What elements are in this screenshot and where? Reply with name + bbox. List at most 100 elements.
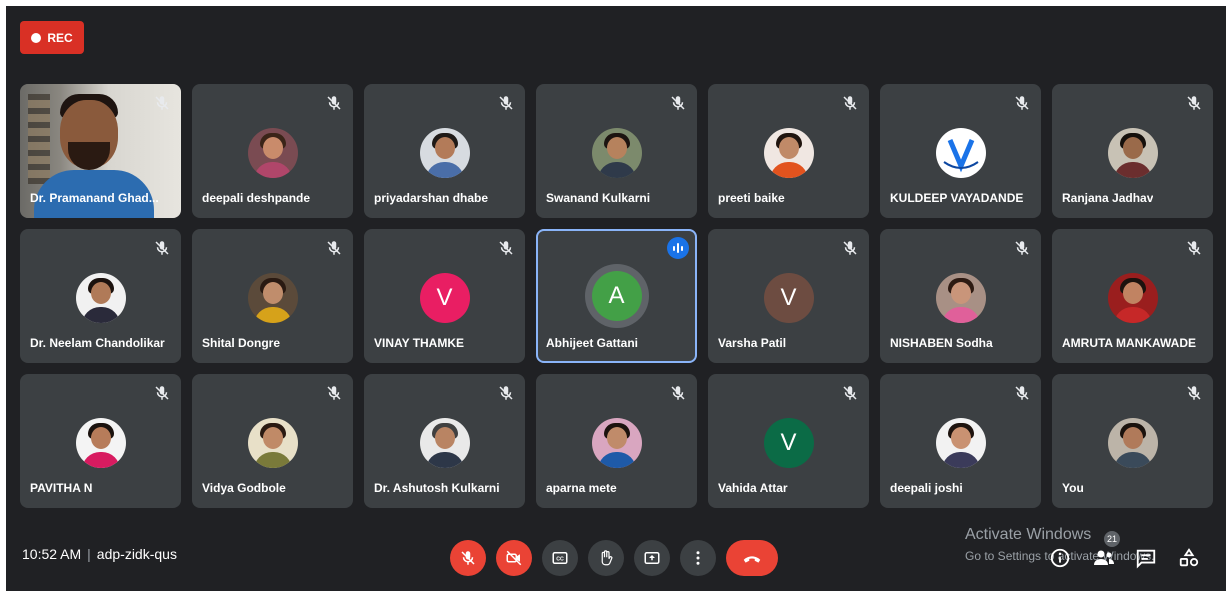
participant-tile[interactable]: V Vahida Attar <box>708 374 869 508</box>
participant-name: Vahida Attar <box>718 481 788 495</box>
avatar <box>75 273 126 323</box>
mic-off-icon <box>325 94 343 112</box>
mic-off-icon <box>1185 239 1203 257</box>
participant-name: deepali joshi <box>890 481 963 495</box>
hand-icon <box>601 550 613 566</box>
avatar <box>763 128 814 178</box>
mic-off-icon <box>1013 94 1031 112</box>
mic-off-icon <box>841 94 859 112</box>
camera-off-button[interactable] <box>496 540 532 576</box>
avatar: V <box>763 418 814 468</box>
participant-name: VINAY THAMKE <box>374 336 465 350</box>
mic-off-icon <box>497 239 515 257</box>
mic-off-icon <box>153 94 171 112</box>
participant-tile[interactable]: preeti baike <box>708 84 869 218</box>
participant-name: Swanand Kulkarni <box>546 191 651 205</box>
mic-off-icon <box>497 384 515 402</box>
participant-name: Dr. Pramanand Ghad... <box>30 191 159 205</box>
avatar <box>247 273 298 323</box>
mic-off-button[interactable] <box>450 540 486 576</box>
participant-tile[interactable]: Shital Dongre <box>192 229 353 363</box>
leave-call-button[interactable] <box>726 540 778 576</box>
avatar <box>591 418 642 468</box>
mic-off-icon <box>669 384 687 402</box>
info-icon[interactable] <box>1049 546 1071 570</box>
participant-tile[interactable]: V Varsha Patil <box>708 229 869 363</box>
avatar <box>247 418 298 468</box>
camera-off-icon <box>506 550 522 566</box>
participants-count-badge: 21 <box>1104 531 1120 547</box>
present-icon <box>644 552 660 564</box>
call-end-icon <box>743 556 761 563</box>
participant-tile[interactable]: Vidya Godbole <box>192 374 353 508</box>
participant-grid: Dr. Pramanand Ghad... deepali deshpande pr… <box>20 84 1213 508</box>
more-vert-icon <box>696 551 700 565</box>
participant-tile[interactable]: You <box>1052 374 1213 508</box>
participant-tile[interactable]: AMRUTA MANKAWADE <box>1052 229 1213 363</box>
avatar <box>1107 128 1158 178</box>
participant-tile[interactable]: deepali deshpande <box>192 84 353 218</box>
participant-name: deepali deshpande <box>202 191 311 205</box>
participant-tile[interactable]: KULDEEP VAYADANDE <box>880 84 1041 218</box>
mic-off-icon <box>153 384 171 402</box>
participant-tile[interactable]: Swanand Kulkarni <box>536 84 697 218</box>
avatar: V <box>419 273 470 323</box>
participant-tile[interactable]: Dr. Ashutosh Kulkarni <box>364 374 525 508</box>
participant-name: NISHABEN Sodha <box>890 336 993 350</box>
watermark-title: Activate Windows <box>965 526 1092 543</box>
participant-tile[interactable]: NISHABEN Sodha <box>880 229 1041 363</box>
participant-name: You <box>1062 481 1084 495</box>
mic-off-icon <box>325 384 343 402</box>
more-options-button[interactable] <box>680 540 716 576</box>
avatar <box>247 128 298 178</box>
recording-indicator[interactable]: REC <box>20 21 84 54</box>
svg-text:CC: CC <box>556 557 564 563</box>
participant-tile[interactable]: Dr. Pramanand Ghad... <box>20 84 181 218</box>
participant-name: Shital Dongre <box>202 336 281 350</box>
meeting-code[interactable]: adp-zidk-qus <box>97 546 177 562</box>
participant-tile[interactable]: deepali joshi <box>880 374 1041 508</box>
participant-name: KULDEEP VAYADANDE <box>890 191 1024 205</box>
mic-off-icon <box>841 239 859 257</box>
participant-tile[interactable]: V VINAY THAMKE <box>364 229 525 363</box>
meet-window: REC Dr. Pramanand Ghad... deepali deshpan… <box>6 6 1226 591</box>
mic-off-icon <box>497 94 515 112</box>
mic-off-icon <box>669 94 687 112</box>
mic-off-icon <box>153 239 171 257</box>
participant-name: aparna mete <box>546 481 617 495</box>
participant-name: Ranjana Jadhav <box>1062 191 1154 205</box>
avatar <box>75 418 126 468</box>
avatar: A <box>591 271 642 321</box>
participant-tile[interactable]: Ranjana Jadhav <box>1052 84 1213 218</box>
present-button[interactable] <box>634 540 670 576</box>
participant-tile[interactable]: A Abhijeet Gattani <box>536 229 697 363</box>
clock-time: 10:52 AM <box>22 546 82 562</box>
activities-icon[interactable] <box>1178 546 1200 570</box>
avatar <box>935 273 986 323</box>
mic-off-icon <box>1013 239 1031 257</box>
participant-tile[interactable]: Dr. Neelam Chandolikar <box>20 229 181 363</box>
participant-tile[interactable]: priyadarshan dhabe <box>364 84 525 218</box>
participant-name: priyadarshan dhabe <box>374 191 489 205</box>
captions-button[interactable]: CC <box>542 540 578 576</box>
participant-name: Dr. Ashutosh Kulkarni <box>374 481 500 495</box>
recording-label: REC <box>47 30 73 45</box>
captions-icon: CC <box>552 552 568 564</box>
participant-name: Varsha Patil <box>718 336 787 350</box>
avatar <box>591 128 642 178</box>
record-dot-icon <box>31 32 42 43</box>
avatar <box>1107 273 1158 323</box>
mic-off-icon <box>325 239 343 257</box>
avatar <box>1107 418 1158 468</box>
mic-off-icon <box>461 551 475 565</box>
avatar <box>935 418 986 468</box>
participant-name: Abhijeet Gattani <box>546 336 639 350</box>
people-icon[interactable] <box>1092 546 1116 570</box>
participant-name: AMRUTA MANKAWADE <box>1062 336 1196 350</box>
mic-off-icon <box>841 384 859 402</box>
mic-off-icon <box>1013 384 1031 402</box>
participant-tile[interactable]: PAVITHA N <box>20 374 181 508</box>
chat-icon[interactable] <box>1135 546 1157 570</box>
participant-tile[interactable]: aparna mete <box>536 374 697 508</box>
raise-hand-button[interactable] <box>588 540 624 576</box>
